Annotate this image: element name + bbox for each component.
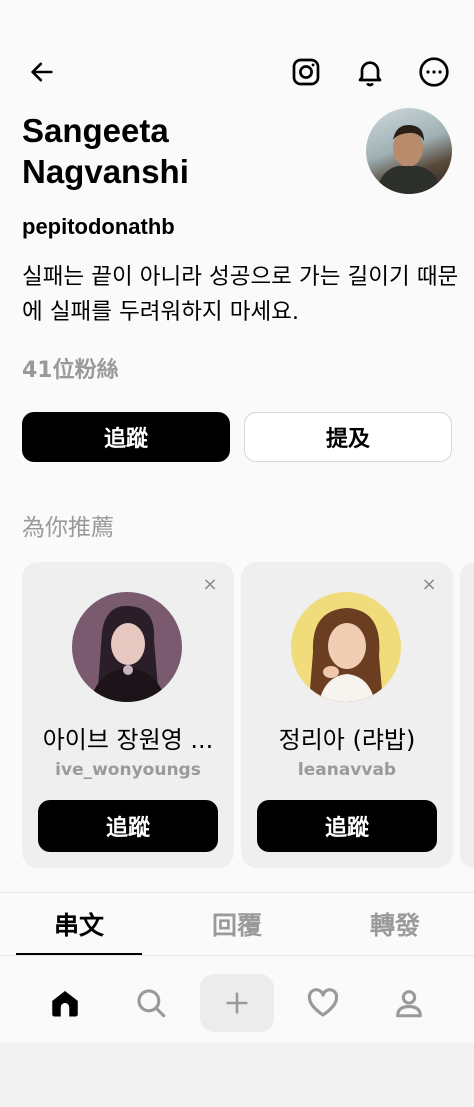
arrow-left-icon [31,62,53,82]
more-horizontal-icon [419,57,449,87]
divider [0,955,474,956]
suggestion-avatar-photo [72,592,182,702]
suggestion-card[interactable]: × 아이브 장원영 ... ive_wonyoungs 追蹤 [22,562,234,868]
suggestion-name: 아이브 장원영 ... [42,726,214,754]
search-icon [137,989,166,1018]
divider [0,892,474,893]
suggestion-follow-button[interactable]: 追蹤 [38,800,218,852]
mention-button[interactable]: 提及 [244,412,452,462]
suggestion-card[interactable]: × 정리아 (랴밥) leanavvab 追蹤 [241,562,453,868]
tab-reposts[interactable]: 轉發 [370,906,420,942]
suggestion-username: ive_wonyoungs [55,760,201,780]
suggestion-card-partial[interactable] [460,562,474,868]
suggestion-follow-button[interactable]: 追蹤 [257,800,437,852]
nav-profile[interactable] [381,974,437,1032]
suggestion-avatar[interactable] [291,592,401,702]
close-icon[interactable]: × [200,574,220,595]
close-icon[interactable]: × [419,574,439,595]
system-bottom-bar [0,1043,474,1107]
nav-create[interactable] [200,974,274,1032]
heart-icon [307,988,339,1017]
tab-threads[interactable]: 串文 [54,906,104,942]
tab-replies[interactable]: 回覆 [212,906,262,942]
instagram-icon [292,58,320,86]
home-icon [52,990,78,1017]
avatar-photo [376,124,442,194]
nav-activity[interactable] [295,974,351,1032]
suggestion-name: 정리아 (랴밥) [278,726,416,754]
avatar[interactable] [366,108,452,194]
back-button[interactable] [24,54,60,90]
bell-icon [358,61,382,87]
profile-display-name: Sangeeta Nagvanshi [22,112,189,190]
suggestion-avatar[interactable] [72,592,182,702]
plus-icon [226,992,248,1014]
suggestion-username: leanavvab [297,760,397,780]
suggestions-title: 為你推薦 [22,515,114,541]
nav-search[interactable] [123,974,179,1032]
suggestion-avatar-photo [291,592,401,702]
more-button[interactable] [414,52,454,92]
profile-icon [396,990,422,1018]
follow-button[interactable]: 追蹤 [22,412,230,462]
nav-home[interactable] [37,974,93,1032]
notifications-button[interactable] [350,52,390,92]
instagram-button[interactable] [286,52,326,92]
followers-count[interactable]: 41位粉絲 [22,352,119,384]
profile-username: pepitodonathb [22,214,175,239]
profile-bio: 실패는 끝이 아니라 성공으로 가는 길이기 때문에 실패를 두려워하지 마세요… [22,264,459,325]
